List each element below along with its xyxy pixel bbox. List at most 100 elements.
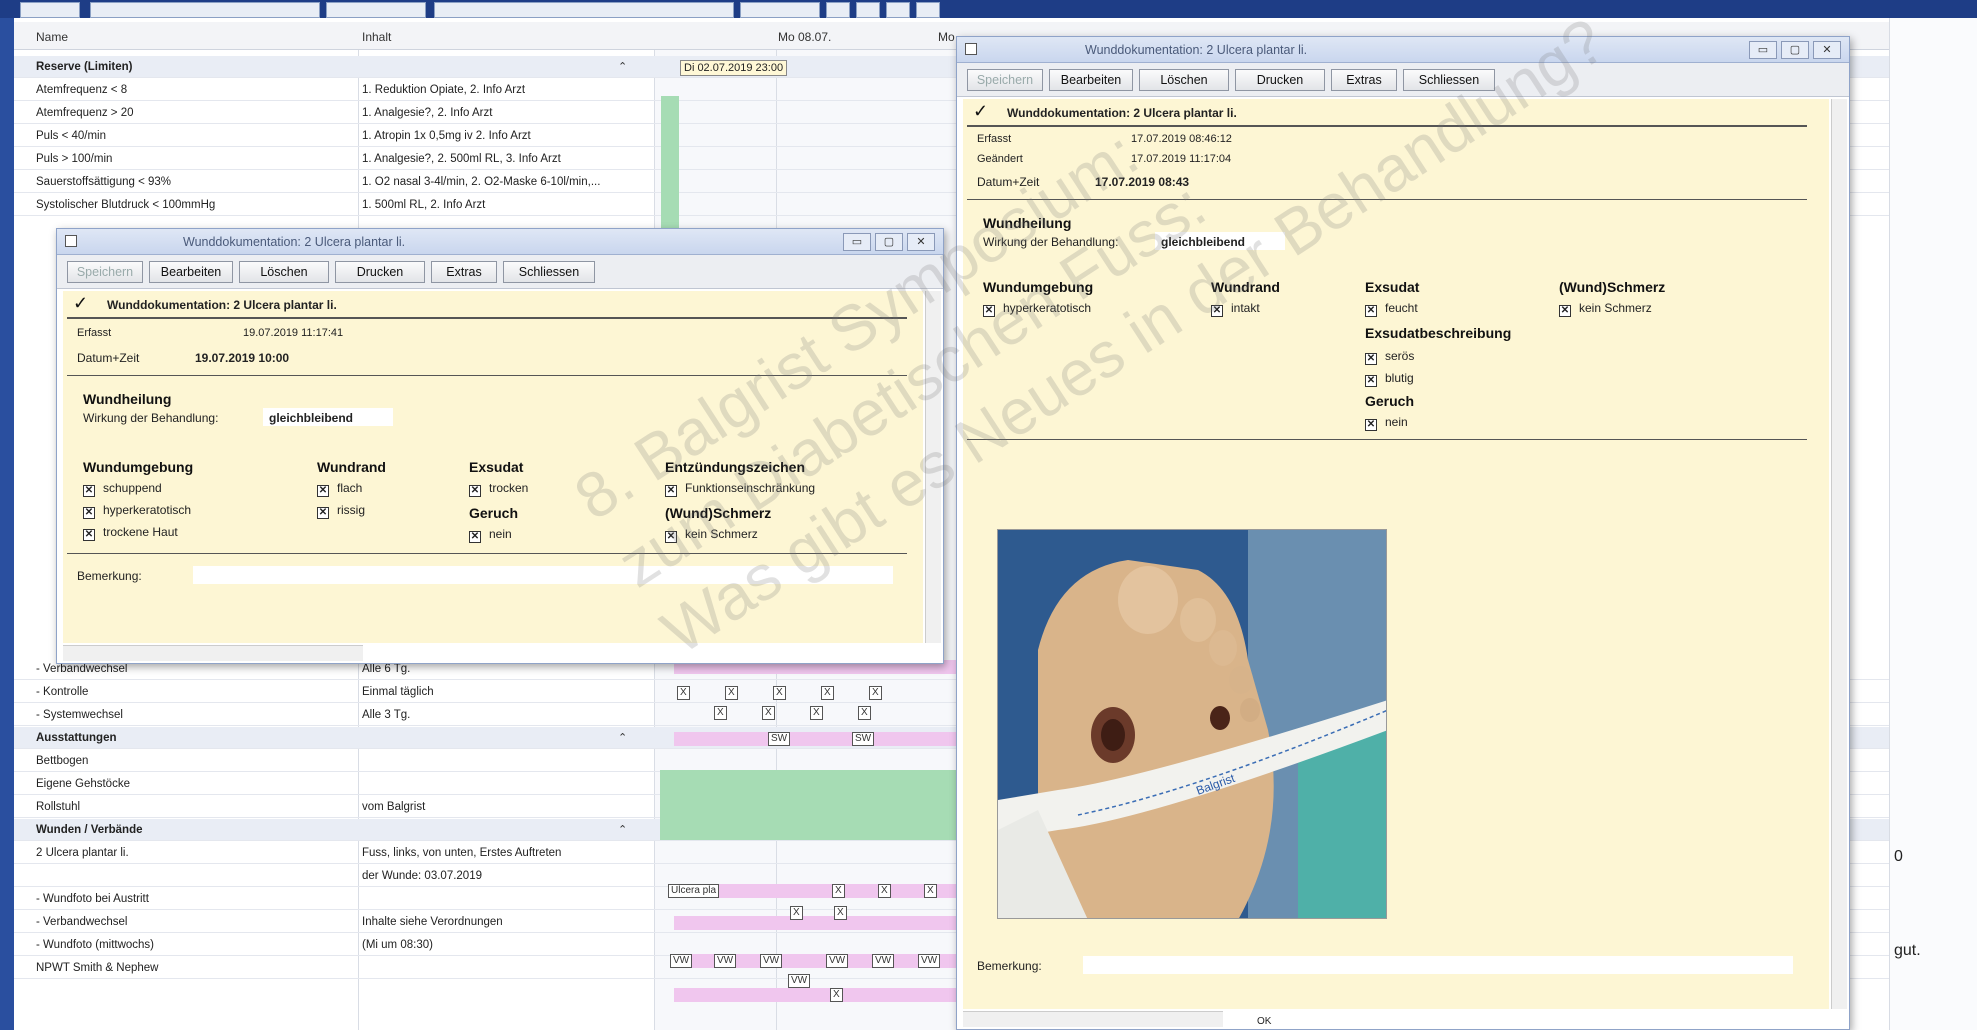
minimize-icon[interactable]: ▭ <box>843 233 871 251</box>
system-change-mark[interactable]: SW <box>852 732 875 746</box>
minimize-icon[interactable]: ▭ <box>1749 41 1777 59</box>
checkbox-item[interactable]: ✕ flach <box>317 481 362 497</box>
window-titlebar[interactable]: Wunddokumentation: 2 Ulcera plantar li. … <box>957 37 1849 63</box>
wound-photo[interactable]: Balgrist <box>997 529 1387 919</box>
task-mark[interactable]: X <box>878 884 891 898</box>
horizontal-scrollbar[interactable] <box>963 1011 1223 1027</box>
task-mark[interactable]: X <box>725 686 738 700</box>
task-mark[interactable]: X <box>790 906 803 920</box>
collapse-caret-icon[interactable]: ⌃ <box>618 823 627 836</box>
checkbox-item[interactable]: ✕ Funktionseinschränkung <box>665 481 815 497</box>
dressing-change-mark[interactable]: VW <box>714 954 737 968</box>
column-header-content[interactable]: Inhalt <box>362 30 391 44</box>
task-mark[interactable]: X <box>858 706 871 720</box>
dressing-change-mark[interactable]: VW <box>788 974 811 988</box>
save-button[interactable]: Speichern <box>67 261 143 283</box>
bemerkung-field[interactable] <box>193 566 893 584</box>
vertical-scrollbar[interactable] <box>1831 99 1847 1009</box>
delete-button[interactable]: Löschen <box>1139 69 1229 91</box>
task-mark[interactable]: X <box>821 686 834 700</box>
checkbox-item[interactable]: ✕ nein <box>469 527 512 543</box>
dressing-change-mark[interactable]: VW <box>760 954 783 968</box>
task-mark[interactable]: X <box>677 686 690 700</box>
toolbar-field[interactable] <box>740 2 820 18</box>
dressing-change-mark[interactable]: VW <box>826 954 849 968</box>
wundrand-heading: Wundrand <box>1211 279 1280 295</box>
toolbar-button[interactable] <box>916 2 940 18</box>
checkbox-item[interactable]: ✕ rissig <box>317 503 365 519</box>
checkbox-item[interactable]: ✕ hyperkeratotisch <box>83 503 191 519</box>
checkbox-label: hyperkeratotisch <box>103 503 192 517</box>
checkbox-item[interactable]: ✕ intakt <box>1211 301 1260 317</box>
task-mark[interactable]: X <box>832 884 845 898</box>
row-name: Atemfrequenz > 20 <box>36 107 134 119</box>
row-content: 1. O2 nasal 3-4l/min, 2. O2-Maske 6-10l/… <box>362 176 601 188</box>
close-button[interactable]: Schliessen <box>503 261 595 283</box>
checkbox-label: nein <box>489 527 512 541</box>
checkbox-label: nein <box>1385 415 1408 429</box>
checkbox-icon: ✕ <box>665 485 677 497</box>
checkbox-icon: ✕ <box>1365 375 1377 387</box>
checkbox-item[interactable]: ✕ nein <box>1365 415 1408 431</box>
collapse-caret-icon[interactable]: ⌃ <box>618 731 627 744</box>
delete-button[interactable]: Löschen <box>239 261 329 283</box>
task-mark[interactable]: X <box>830 988 843 1002</box>
extras-dropdown[interactable]: Extras <box>1331 69 1397 91</box>
row-name: - Systemwechsel <box>36 709 123 721</box>
close-icon[interactable]: ✕ <box>907 233 935 251</box>
close-button[interactable]: Schliessen <box>1403 69 1495 91</box>
wound-mark[interactable]: Ulcera pla <box>668 884 720 898</box>
checkbox-item[interactable]: ✕ schuppend <box>83 481 162 497</box>
system-change-mark[interactable]: SW <box>768 732 791 746</box>
row-content: 1. Analgesie?, 2. Info Arzt <box>362 107 493 119</box>
dressing-change-mark[interactable]: VW <box>670 954 693 968</box>
window-titlebar[interactable]: Wunddokumentation: 2 Ulcera plantar li. … <box>57 229 943 255</box>
task-mark[interactable]: X <box>924 884 937 898</box>
print-button[interactable]: Drucken <box>1235 69 1325 91</box>
checkbox-item[interactable]: ✕ kein Schmerz <box>1559 301 1652 317</box>
separator <box>967 125 1807 127</box>
wundrand-heading: Wundrand <box>317 459 386 475</box>
edit-button[interactable]: Bearbeiten <box>1049 69 1133 91</box>
maximize-icon[interactable]: ▢ <box>1781 41 1809 59</box>
print-button[interactable]: Drucken <box>335 261 425 283</box>
toolbar-button[interactable] <box>856 2 880 18</box>
task-mark[interactable]: X <box>762 706 775 720</box>
dressing-change-mark[interactable]: VW <box>918 954 941 968</box>
toolbar-button[interactable] <box>826 2 850 18</box>
collapse-caret-icon[interactable]: ⌃ <box>618 60 627 73</box>
dressing-change-mark[interactable]: VW <box>872 954 895 968</box>
edit-button[interactable]: Bearbeiten <box>149 261 233 283</box>
checkbox-item[interactable]: ✕ feucht <box>1365 301 1418 317</box>
save-button[interactable]: Speichern <box>967 69 1043 91</box>
checkbox-item[interactable]: ✕ trockene Haut <box>83 525 178 541</box>
bemerkung-field[interactable] <box>1083 956 1793 974</box>
row-content: Fuss, links, von unten, Erstes Auftreten <box>362 847 562 859</box>
checkbox-item[interactable]: ✕ kein Schmerz <box>665 527 758 543</box>
maximize-icon[interactable]: ▢ <box>875 233 903 251</box>
column-header-name[interactable]: Name <box>36 30 68 44</box>
datum-value: 19.07.2019 10:00 <box>195 351 290 365</box>
close-icon[interactable]: ✕ <box>1813 41 1841 59</box>
checkbox-item[interactable]: ✕ serös <box>1365 349 1414 365</box>
task-mark[interactable]: X <box>834 906 847 920</box>
task-mark[interactable]: X <box>714 706 727 720</box>
erfasst-value: 17.07.2019 08:46:12 <box>1131 133 1232 145</box>
horizontal-scrollbar[interactable] <box>63 645 363 661</box>
toolbar-field[interactable] <box>434 2 734 18</box>
task-mark[interactable]: X <box>810 706 823 720</box>
toolbar-field[interactable] <box>20 2 80 18</box>
vertical-scrollbar[interactable] <box>925 291 941 643</box>
bemerkung-label: Bemerkung: <box>77 569 142 583</box>
checkbox-item[interactable]: ✕ blutig <box>1365 371 1414 387</box>
toolbar-field[interactable] <box>326 2 426 18</box>
checkbox-item[interactable]: ✕ hyperkeratotisch <box>983 301 1091 317</box>
separator <box>67 375 907 376</box>
checkbox-item[interactable]: ✕ trocken <box>469 481 528 497</box>
extras-dropdown[interactable]: Extras <box>431 261 497 283</box>
task-mark[interactable]: X <box>773 686 786 700</box>
task-mark[interactable]: X <box>869 686 882 700</box>
row-content: Einmal täglich <box>362 686 434 698</box>
toolbar-field[interactable] <box>90 2 320 18</box>
toolbar-button[interactable] <box>886 2 910 18</box>
